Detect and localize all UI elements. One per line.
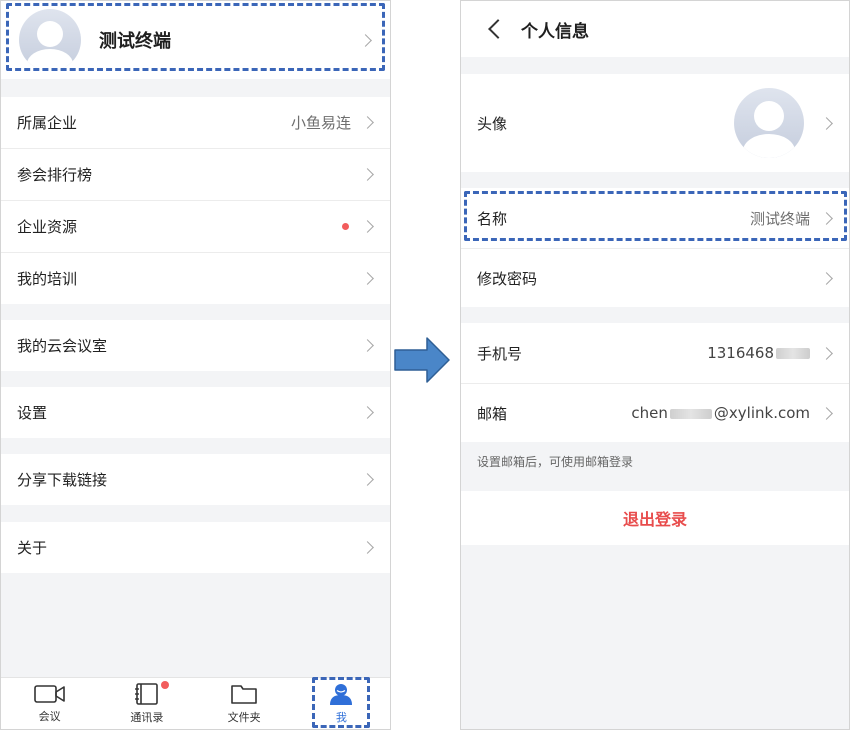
change-password-row[interactable]: 修改密码 <box>461 249 849 307</box>
notification-dot <box>161 681 170 689</box>
chevron-right-icon <box>820 211 833 225</box>
chevron-right-icon <box>820 346 833 360</box>
menu-item-label: 参会排行榜 <box>17 166 93 184</box>
avatar-label: 头像 <box>477 114 508 133</box>
phone-visible-digits: 1316468 <box>707 344 774 362</box>
chevron-right-icon <box>361 116 374 129</box>
nav-bar: 个人信息 <box>461 1 849 57</box>
profile-name: 测试终端 <box>99 31 171 52</box>
menu-item-cloud-room[interactable]: 我的云会议室 <box>1 320 390 371</box>
email-prefix: chen <box>631 404 668 422</box>
tab-folder[interactable]: 文件夹 <box>196 678 293 729</box>
masked-digits <box>776 348 810 359</box>
email-label: 邮箱 <box>477 404 508 423</box>
menu-item-label: 企业资源 <box>17 218 78 236</box>
menu-item-label: 关于 <box>17 539 48 557</box>
change-password-label: 修改密码 <box>477 269 538 288</box>
name-value: 测试终端 <box>749 209 810 228</box>
menu-item-label: 所属企业 <box>17 114 78 132</box>
menu-item-label: 我的云会议室 <box>17 337 108 355</box>
enterprise-value: 小鱼易连 <box>290 114 351 132</box>
tab-label: 会议 <box>38 709 61 723</box>
personal-info-screen: 个人信息 头像 名称 测试终端 修改密码 手机号 1316468 邮箱 chen… <box>460 0 850 730</box>
menu-item-enterprise[interactable]: 所属企业 小鱼易连 <box>1 97 390 148</box>
menu-item-resources[interactable]: 企业资源 <box>1 201 390 252</box>
avatar <box>734 88 804 158</box>
chevron-right-icon <box>361 541 374 554</box>
menu-item-share-link[interactable]: 分享下载链接 <box>1 454 390 505</box>
menu-item-label: 分享下载链接 <box>17 471 108 489</box>
bottom-tab-bar: 会议 通讯录 文件夹 我 <box>1 677 390 729</box>
email-suffix: @xylink.com <box>713 404 810 422</box>
menu-item-ranking[interactable]: 参会排行榜 <box>1 149 390 200</box>
person-icon <box>330 683 353 705</box>
chevron-right-icon <box>820 116 833 130</box>
name-row[interactable]: 名称 测试终端 <box>461 188 849 248</box>
avatar-row[interactable]: 头像 <box>461 74 849 172</box>
chevron-right-icon <box>361 220 374 233</box>
chevron-right-icon <box>820 406 833 420</box>
phone-row[interactable]: 手机号 1316468 <box>461 323 849 383</box>
tab-label: 文件夹 <box>227 710 261 724</box>
notification-dot <box>342 223 349 230</box>
contacts-book-icon <box>134 682 158 705</box>
chevron-right-icon <box>361 339 374 352</box>
menu-item-settings[interactable]: 设置 <box>1 387 390 438</box>
tab-label: 通讯录 <box>130 710 164 724</box>
email-login-hint: 设置邮箱后，可使用邮箱登录 <box>477 455 634 469</box>
name-label: 名称 <box>477 209 508 228</box>
menu-item-about[interactable]: 关于 <box>1 522 390 573</box>
chevron-right-icon <box>359 33 372 47</box>
avatar <box>19 9 81 71</box>
video-camera-icon <box>33 684 65 703</box>
tab-contacts[interactable]: 通讯录 <box>98 678 195 729</box>
email-value: chen @xylink.com <box>631 404 810 422</box>
masked-email-part <box>669 408 712 419</box>
tab-me[interactable]: 我 <box>293 678 390 729</box>
menu-item-label: 设置 <box>17 404 48 422</box>
chevron-right-icon <box>361 272 374 285</box>
flow-arrow-icon <box>393 336 451 388</box>
menu-item-training[interactable]: 我的培训 <box>1 253 390 304</box>
page-title: 个人信息 <box>521 21 589 42</box>
tab-meeting[interactable]: 会议 <box>1 678 98 729</box>
phone-value: 1316468 <box>707 344 810 362</box>
chevron-right-icon <box>361 168 374 181</box>
email-row[interactable]: 邮箱 chen @xylink.com <box>461 384 849 442</box>
tab-label: 我 <box>335 710 347 724</box>
chevron-right-icon <box>361 406 374 419</box>
menu-item-label: 我的培训 <box>17 270 78 288</box>
profile-header[interactable]: 测试终端 <box>1 1 390 79</box>
folder-icon <box>231 684 257 704</box>
chevron-right-icon <box>820 271 833 285</box>
profile-menu-screen: 测试终端 所属企业 小鱼易连 参会排行榜 企业资源 我的培训 我的云会议室 设置… <box>0 0 391 730</box>
logout-button[interactable]: 退出登录 <box>461 491 849 545</box>
chevron-right-icon <box>361 473 374 486</box>
back-arrow-icon[interactable] <box>488 19 508 39</box>
phone-label: 手机号 <box>477 344 523 363</box>
